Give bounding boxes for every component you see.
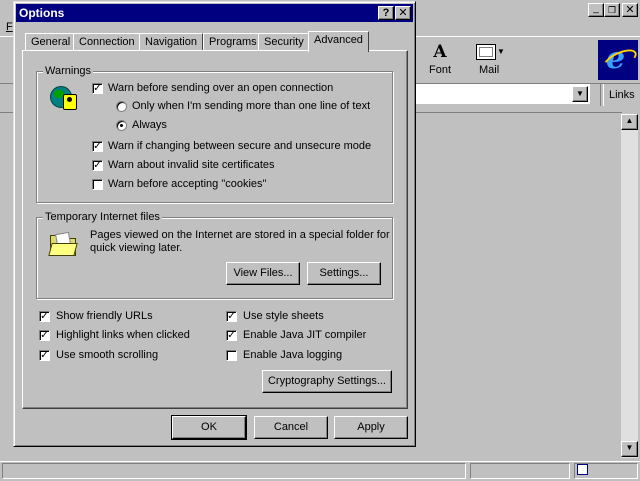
java-jit-label[interactable]: Enable Java JIT compiler bbox=[243, 329, 366, 341]
font-icon: A bbox=[433, 42, 447, 62]
temp-files-description-line1: Pages viewed on the Internet are stored … bbox=[90, 229, 390, 241]
toolbar-mail-button[interactable]: Mail bbox=[479, 64, 499, 76]
help-button[interactable]: ? bbox=[378, 6, 394, 20]
scroll-up-button[interactable]: ▲ bbox=[621, 114, 638, 130]
warn-certificates-checkbox[interactable]: ✓ bbox=[92, 160, 103, 171]
java-logging-label[interactable]: Enable Java logging bbox=[243, 349, 342, 361]
warn-cookies-checkbox[interactable] bbox=[92, 179, 103, 190]
folder-icon bbox=[48, 230, 78, 258]
temp-files-description-line2: quick viewing later. bbox=[90, 242, 183, 254]
address-bar[interactable] bbox=[400, 84, 590, 104]
cancel-button[interactable]: Cancel bbox=[254, 416, 328, 439]
mail-icon bbox=[476, 44, 496, 60]
browser-restore-button[interactable]: ❐ bbox=[604, 3, 620, 17]
options-dialog: Options ? ✕ General Connection Navigatio… bbox=[13, 1, 416, 447]
style-sheets-label[interactable]: Use style sheets bbox=[243, 310, 324, 322]
tab-programs[interactable]: Programs bbox=[203, 33, 263, 51]
tab-connection[interactable]: Connection bbox=[73, 33, 141, 51]
tab-security[interactable]: Security bbox=[258, 33, 310, 51]
highlight-links-checkbox[interactable]: ✓ bbox=[39, 330, 50, 341]
java-logging-checkbox[interactable] bbox=[226, 350, 237, 361]
apply-button[interactable]: Apply bbox=[334, 416, 408, 439]
warn-always-radio[interactable] bbox=[116, 120, 127, 131]
warn-multiline-label[interactable]: Only when I'm sending more than one line… bbox=[132, 100, 370, 112]
dialog-titlebar[interactable] bbox=[16, 4, 413, 22]
vertical-scrollbar[interactable] bbox=[621, 114, 638, 458]
browser-menu-file[interactable]: F bbox=[6, 21, 13, 33]
smooth-scrolling-checkbox[interactable]: ✓ bbox=[39, 350, 50, 361]
toolbar-font-button[interactable]: Font bbox=[429, 64, 451, 76]
internet-explorer-logo-icon: e bbox=[598, 40, 640, 80]
cryptography-settings-button[interactable]: Cryptography Settings... bbox=[262, 370, 392, 393]
warn-secure-mode-checkbox[interactable]: ✓ bbox=[92, 141, 103, 152]
browser-minimize-button[interactable]: _ bbox=[588, 3, 604, 17]
temp-files-settings-button[interactable]: Settings... bbox=[307, 262, 381, 285]
warn-multiline-radio[interactable] bbox=[116, 101, 127, 112]
mail-dropdown-icon[interactable]: ▼ bbox=[497, 47, 505, 56]
warn-secure-mode-label[interactable]: Warn if changing between secure and unse… bbox=[108, 140, 371, 152]
warn-open-connection-checkbox[interactable]: ✓ bbox=[92, 83, 103, 94]
style-sheets-checkbox[interactable]: ✓ bbox=[226, 311, 237, 322]
tab-navigation[interactable]: Navigation bbox=[139, 33, 203, 51]
links-label[interactable]: Links bbox=[609, 89, 635, 101]
java-jit-checkbox[interactable]: ✓ bbox=[226, 330, 237, 341]
zone-icon bbox=[577, 464, 588, 475]
tab-advanced[interactable]: Advanced bbox=[308, 31, 369, 52]
tab-general[interactable]: General bbox=[25, 33, 77, 51]
temp-files-group-label: Temporary Internet files bbox=[43, 211, 162, 223]
address-dropdown-button[interactable]: ▼ bbox=[572, 86, 588, 102]
friendly-urls-label[interactable]: Show friendly URLs bbox=[56, 310, 153, 322]
warnings-group-label: Warnings bbox=[43, 65, 94, 77]
dialog-title: Options bbox=[19, 6, 65, 20]
ok-button[interactable]: OK bbox=[171, 415, 247, 440]
friendly-urls-checkbox[interactable]: ✓ bbox=[39, 311, 50, 322]
links-separator bbox=[600, 84, 604, 106]
warn-cookies-label[interactable]: Warn before accepting "cookies" bbox=[108, 178, 266, 190]
smooth-scrolling-label[interactable]: Use smooth scrolling bbox=[56, 349, 158, 361]
warn-certificates-label[interactable]: Warn about invalid site certificates bbox=[108, 159, 275, 171]
view-files-button[interactable]: View Files... bbox=[226, 262, 300, 285]
dialog-close-button[interactable]: ✕ bbox=[395, 6, 411, 20]
highlight-links-label[interactable]: Highlight links when clicked bbox=[56, 329, 190, 341]
status-pane-main bbox=[2, 463, 466, 479]
warn-always-label[interactable]: Always bbox=[132, 119, 167, 131]
warn-open-connection-label[interactable]: Warn before sending over an open connect… bbox=[108, 82, 333, 94]
security-globe-icon bbox=[48, 84, 78, 112]
browser-close-button[interactable]: ✕ bbox=[622, 3, 638, 17]
scroll-down-button[interactable]: ▼ bbox=[621, 441, 638, 457]
status-pane-progress bbox=[470, 463, 570, 479]
